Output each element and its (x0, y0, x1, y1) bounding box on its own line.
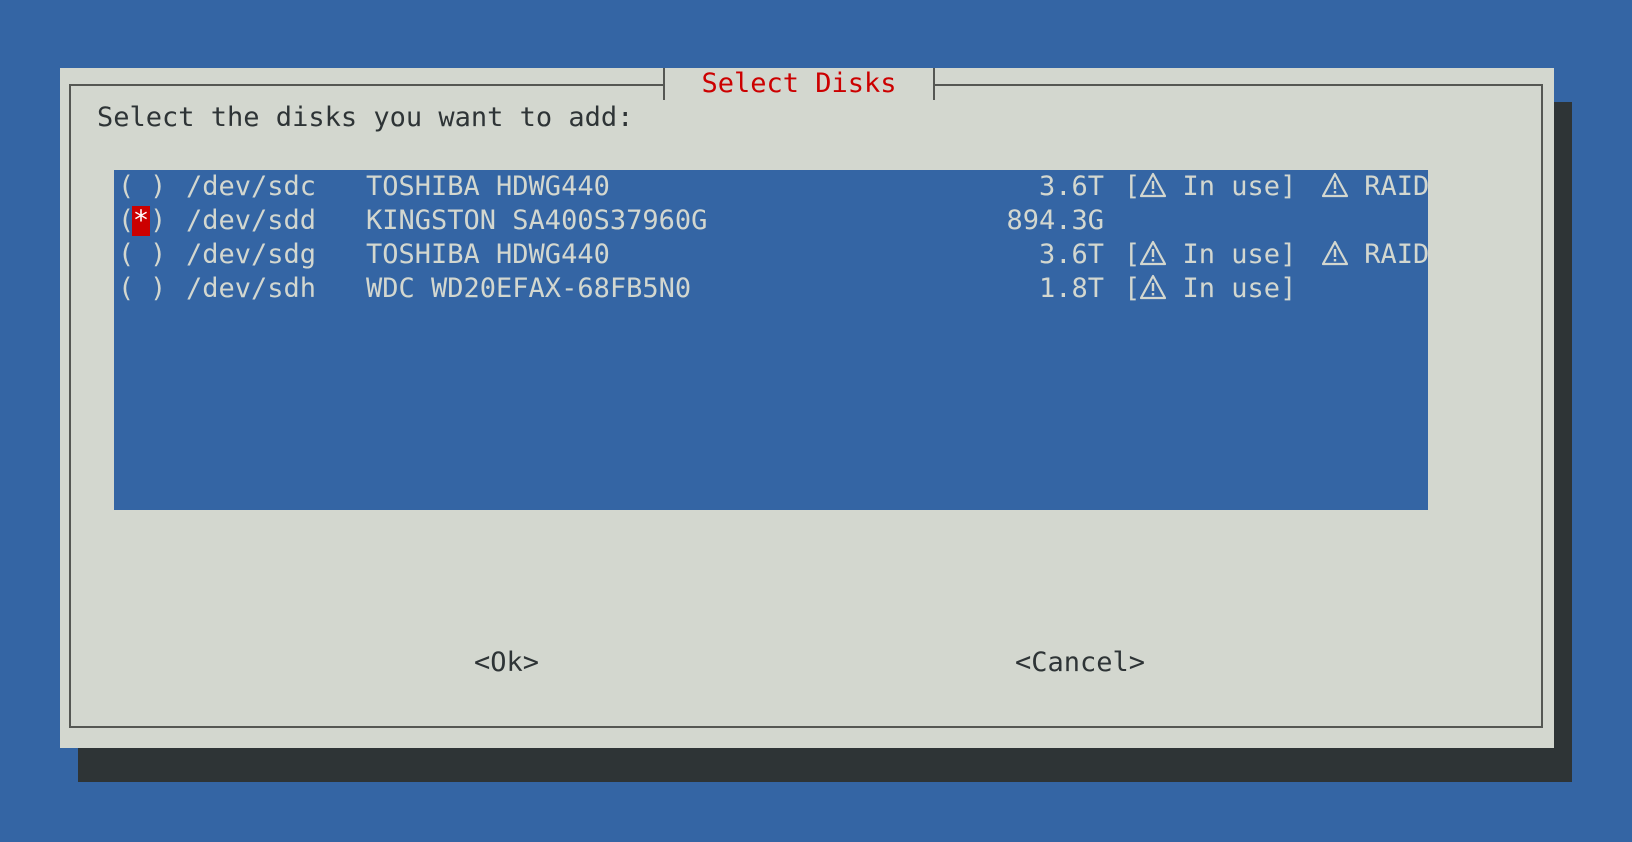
dialog-prompt: Select the disks you want to add: (97, 102, 634, 133)
radio-mark[interactable] (132, 170, 150, 204)
disk-raid-status: RAID (1322, 238, 1429, 272)
radio-close: ) (150, 171, 167, 202)
disk-size: 894.3G (1006, 205, 1104, 236)
in-use-label: In use (1182, 171, 1281, 202)
radio-mark[interactable] (132, 238, 150, 272)
in-use-label: In use (1182, 273, 1281, 304)
disk-device: /dev/sdg (186, 239, 317, 270)
disk-size: 1.8T (1038, 273, 1104, 304)
disk-model: TOSHIBA HDWG440 (366, 171, 610, 202)
disk-in-use-status: [ In use] (1124, 239, 1297, 270)
radio-mark[interactable]: * (132, 206, 150, 236)
disk-size: 3.6T (1038, 239, 1104, 270)
ok-button[interactable]: <Ok> (474, 646, 539, 680)
radio-close: ) (150, 273, 167, 304)
radio-mark[interactable] (132, 272, 150, 306)
disk-row[interactable]: ( )/dev/sdc TOSHIBA HDWG440 3.6T[ In use] … (114, 170, 1429, 204)
disk-model: TOSHIBA HDWG440 (366, 239, 610, 270)
raid-label: RAID (1364, 239, 1430, 270)
disk-device: /dev/sdd (186, 205, 317, 236)
dialog-title: Select Disks (663, 68, 935, 100)
raid-label: RAID (1364, 171, 1430, 202)
disk-size: 3.6T (1038, 171, 1104, 202)
disk-row[interactable]: (*)/dev/sdd KINGSTON SA400S37960G 894.3G (114, 204, 1428, 238)
disk-row[interactable]: ( )/dev/sdg TOSHIBA HDWG440 3.6T[ In use] … (114, 238, 1429, 272)
disk-device: /dev/sdh (186, 273, 317, 304)
disk-device: /dev/sdc (186, 171, 317, 202)
warning-icon (1140, 172, 1167, 198)
disk-in-use-status: [ In use] (1124, 171, 1297, 202)
disk-model: KINGSTON SA400S37960G (366, 205, 708, 236)
in-use-label: In use (1182, 239, 1281, 270)
radio-close: ) (150, 239, 167, 270)
disk-list[interactable]: ( )/dev/sdc TOSHIBA HDWG440 3.6T[ In use] … (114, 170, 1429, 510)
radio-close: ) (150, 205, 167, 236)
disk-raid-status: RAID (1322, 170, 1429, 204)
warning-icon (1322, 172, 1348, 198)
select-disks-dialog: Select Disks Select the disks you want t… (60, 68, 1554, 748)
warning-icon (1322, 240, 1348, 266)
disk-row[interactable]: ( )/dev/sdh WDC WD20EFAX-68FB5N0 1.8T[ In … (114, 272, 1428, 306)
cancel-button[interactable]: <Cancel> (1015, 646, 1145, 680)
warning-icon (1140, 274, 1167, 300)
disk-in-use-status: [ In use] (1124, 273, 1297, 304)
disk-model: WDC WD20EFAX-68FB5N0 (366, 273, 692, 304)
warning-icon (1140, 240, 1167, 266)
